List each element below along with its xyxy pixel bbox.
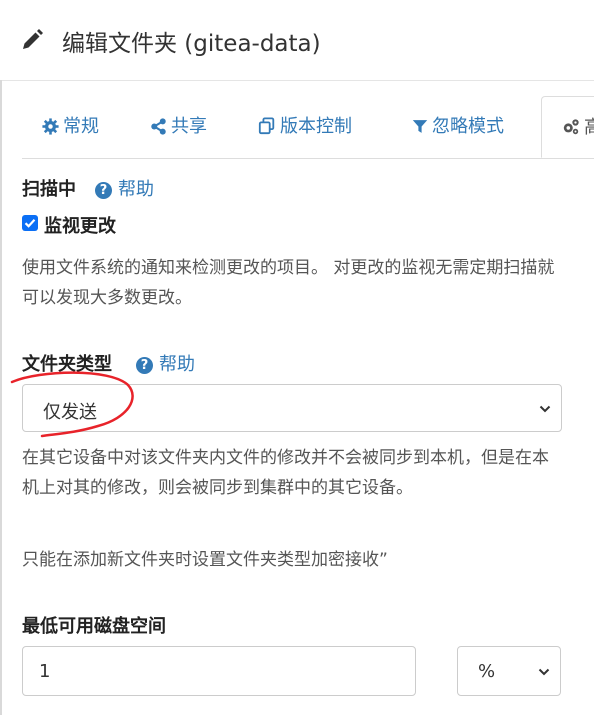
scanning-help-link[interactable]: ? 帮助 — [95, 175, 154, 201]
min-disk-space-label: 最低可用磁盘空间 — [22, 616, 166, 637]
pencil-icon — [23, 29, 43, 49]
min-disk-space-unit-value: % — [478, 661, 496, 682]
tab-sharing[interactable]: 共享 — [150, 96, 207, 158]
scanning-label: 扫描中 — [22, 179, 76, 200]
dialog-title: 编辑文件夹 (gitea-data) — [62, 31, 321, 57]
tab-general-label: 常规 — [63, 116, 99, 137]
tab-advanced[interactable]: 高 — [541, 96, 594, 158]
min-disk-space-value: 1 — [39, 661, 51, 682]
tab-advanced-label: 高 — [584, 117, 594, 138]
chevron-down-icon — [539, 405, 551, 413]
tab-sharing-label: 共享 — [171, 116, 207, 137]
gear-icon — [42, 118, 59, 135]
min-disk-space-unit-select[interactable]: % — [457, 646, 561, 696]
tab-bar: 常规 共享 版本控制 忽略模式 高 — [22, 96, 594, 159]
tab-ignore-patterns[interactable]: 忽略模式 — [412, 96, 504, 158]
chevron-down-icon — [538, 668, 550, 676]
scanning-help-label: 帮助 — [118, 179, 154, 200]
tab-versioning[interactable]: 版本控制 — [258, 96, 352, 158]
folder-type-note: 只能在添加新文件夹时设置文件夹类型加密接收” — [22, 550, 388, 570]
cogs-icon — [563, 119, 579, 135]
tab-versioning-label: 版本控制 — [280, 116, 352, 137]
min-disk-space-input[interactable]: 1 — [22, 646, 416, 696]
red-annotation-circle — [10, 371, 134, 438]
filter-icon — [412, 120, 428, 133]
folder-type-description: 在其它设备中对该文件夹内文件的修改并不会被同步到本机，但是在本机上对其的修改，则… — [22, 448, 549, 498]
folder-type-help-label: 帮助 — [159, 354, 195, 375]
checkmark-icon — [24, 219, 36, 228]
tab-general[interactable]: 常规 — [42, 96, 99, 158]
watch-changes-description: 使用文件系统的通知来检测更改的项目。 对更改的监视无需定期扫描就可以发现大多数更… — [22, 258, 555, 308]
copy-icon — [258, 117, 275, 135]
share-icon — [151, 118, 166, 135]
watch-changes-label: 监视更改 — [44, 216, 116, 237]
watch-changes-checkbox[interactable] — [22, 215, 38, 231]
dialog-header: 编辑文件夹 (gitea-data) — [0, 0, 594, 81]
tab-ignore-patterns-label: 忽略模式 — [432, 116, 504, 137]
question-circle-icon: ? — [95, 182, 112, 199]
